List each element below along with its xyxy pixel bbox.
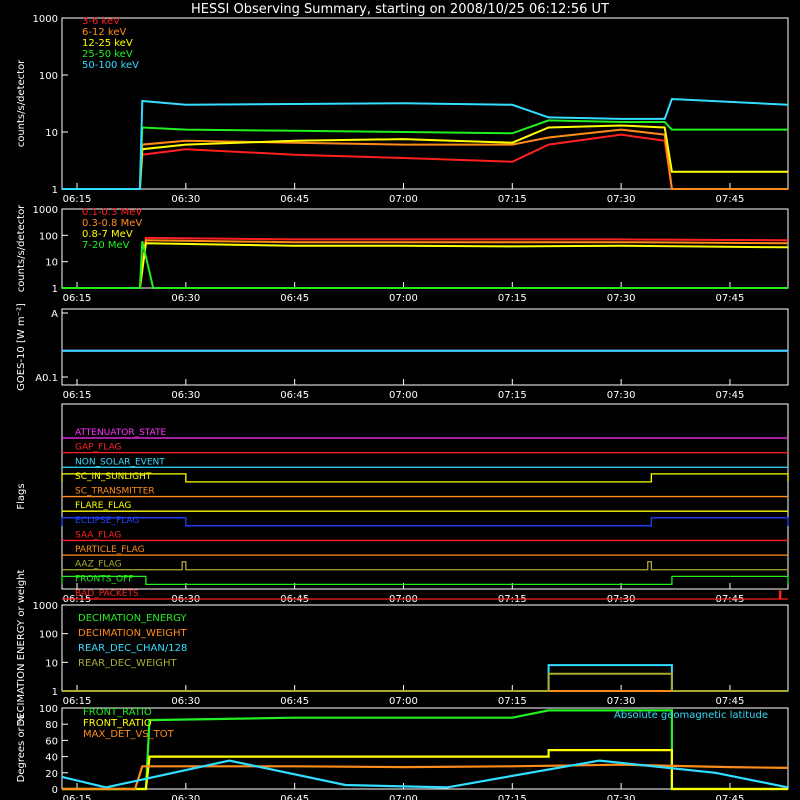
y-axis-label: Flags xyxy=(16,483,27,509)
legend-entry: 7-20 MeV xyxy=(82,240,130,251)
chart-title: HESSI Observing Summary, starting on 200… xyxy=(191,2,609,17)
y-tick-label: 40 xyxy=(45,753,58,764)
x-tick-label: 07:45 xyxy=(716,696,745,707)
x-tick-label: 06:45 xyxy=(280,194,309,205)
legend-entry: FRONT_RATIO xyxy=(83,718,152,729)
flag-label: ATTENUATOR_STATE xyxy=(75,428,167,438)
flag-label: FRONTS_OFF xyxy=(75,574,133,584)
flag-label: PARTICLE_FLAG xyxy=(75,545,145,555)
legend-entry: 25-50 keV xyxy=(82,49,133,60)
flag-label: SC_TRANSMITTER xyxy=(75,487,155,497)
y-tick-label: 100 xyxy=(39,231,58,242)
y-axis-label: counts/s/detector xyxy=(16,204,27,292)
y-tick-label: 100 xyxy=(39,71,58,82)
flag-label: SAA_FLAG xyxy=(75,530,121,540)
y-tick-label: 10 xyxy=(45,658,58,669)
x-tick-label: 07:30 xyxy=(607,696,636,707)
x-tick-label: 06:30 xyxy=(171,696,200,707)
y-tick-label: 1000 xyxy=(33,601,58,612)
x-tick-label: 07:30 xyxy=(607,794,636,800)
x-tick-label: 07:45 xyxy=(716,194,745,205)
legend-entry: REAR_DEC_WEIGHT xyxy=(78,658,177,669)
flag-label: ECLIPSE_FLAG xyxy=(75,516,139,526)
x-tick-label: 07:00 xyxy=(389,794,418,800)
x-tick-label: 07:00 xyxy=(389,696,418,707)
x-tick-label: 06:15 xyxy=(63,794,92,800)
legend-entry: 12-25 keV xyxy=(82,38,133,49)
y-tick-label: 1 xyxy=(52,185,58,196)
x-tick-label: 07:15 xyxy=(498,696,527,707)
flag-label: AAZ_FLAG xyxy=(75,560,122,570)
legend-entry: DECIMATION_WEIGHT xyxy=(78,628,187,639)
y-tick-label: 1 xyxy=(52,284,58,295)
y-tick-label: 1 xyxy=(52,687,58,698)
flag-label: FLARE_FLAG xyxy=(75,501,131,511)
x-tick-label: 06:45 xyxy=(280,390,309,401)
y-tick-label: 10 xyxy=(45,128,58,139)
x-tick-label: 07:00 xyxy=(389,293,418,304)
y-axis-label: GOES-10 [W m⁻²] xyxy=(16,303,27,391)
annotation: Absolute geomagnetic latitude xyxy=(614,710,768,721)
x-tick-label: 07:00 xyxy=(389,194,418,205)
x-tick-label: 07:15 xyxy=(498,194,527,205)
hessi-summary-chart: HESSI Observing Summary, starting on 200… xyxy=(0,0,800,800)
y-axis-label: counts/s/detector xyxy=(16,59,27,147)
y-tick-label: 80 xyxy=(45,720,58,731)
x-tick-label: 06:45 xyxy=(280,696,309,707)
x-tick-label: 07:00 xyxy=(389,390,418,401)
x-tick-label: 07:30 xyxy=(607,293,636,304)
x-tick-label: 06:30 xyxy=(171,293,200,304)
x-tick-label: 07:15 xyxy=(498,390,527,401)
y-tick-label: 60 xyxy=(45,736,58,747)
y-tick-label: A xyxy=(51,309,58,320)
flag-label: BAD_PACKETS xyxy=(75,589,139,599)
legend-entry: 3-6 keV xyxy=(82,16,120,27)
legend-entry: 50-100 keV xyxy=(82,60,139,71)
x-tick-label: 06:15 xyxy=(63,696,92,707)
flag-label: NON_SOLAR_EVENT xyxy=(75,457,165,467)
x-tick-label: 07:30 xyxy=(607,194,636,205)
legend-entry: 0.3-0.8 MeV xyxy=(82,218,142,229)
y-tick-label: 20 xyxy=(45,769,58,780)
x-tick-label: 06:30 xyxy=(171,194,200,205)
y-axis-label: DECIMATION ENERGY or weight xyxy=(16,569,27,726)
legend-entry: 0.1-0.3 MeV xyxy=(82,207,142,218)
x-tick-label: 07:45 xyxy=(716,794,745,800)
x-tick-label: 06:15 xyxy=(63,293,92,304)
x-tick-label: 06:15 xyxy=(63,194,92,205)
legend-entry: MAX_DET_VS_TOT xyxy=(83,729,175,740)
x-tick-label: 06:30 xyxy=(171,794,200,800)
x-tick-label: 07:30 xyxy=(607,390,636,401)
y-tick-label: 10 xyxy=(45,258,58,269)
y-tick-label: A0.1 xyxy=(35,373,58,384)
x-tick-label: 06:15 xyxy=(63,390,92,401)
x-tick-label: 06:45 xyxy=(280,794,309,800)
x-tick-label: 06:30 xyxy=(171,390,200,401)
x-tick-label: 07:15 xyxy=(498,794,527,800)
legend-entry: DECIMATION_ENERGY xyxy=(78,613,187,624)
y-tick-label: 1000 xyxy=(33,14,58,25)
legend-entry: REAR_DEC_CHAN/128 xyxy=(78,643,187,654)
y-tick-label: 1000 xyxy=(33,205,58,216)
flag-label: SC_IN_SUNLIGHT xyxy=(75,472,152,482)
y-tick-label: 0 xyxy=(52,785,58,796)
x-tick-label: 07:45 xyxy=(716,390,745,401)
x-tick-label: 07:45 xyxy=(716,293,745,304)
y-axis-label: Degrees or % xyxy=(16,715,27,783)
legend-entry: 6-12 keV xyxy=(82,27,126,38)
legend-entry: FRONT_RATIO xyxy=(83,707,152,718)
x-tick-label: 06:45 xyxy=(280,293,309,304)
legend-entry: 0.8-7 MeV xyxy=(82,229,133,240)
y-tick-label: 100 xyxy=(39,630,58,641)
flag-label: GAP_FLAG xyxy=(75,443,121,453)
x-tick-label: 07:15 xyxy=(498,293,527,304)
y-tick-label: 100 xyxy=(39,704,58,715)
